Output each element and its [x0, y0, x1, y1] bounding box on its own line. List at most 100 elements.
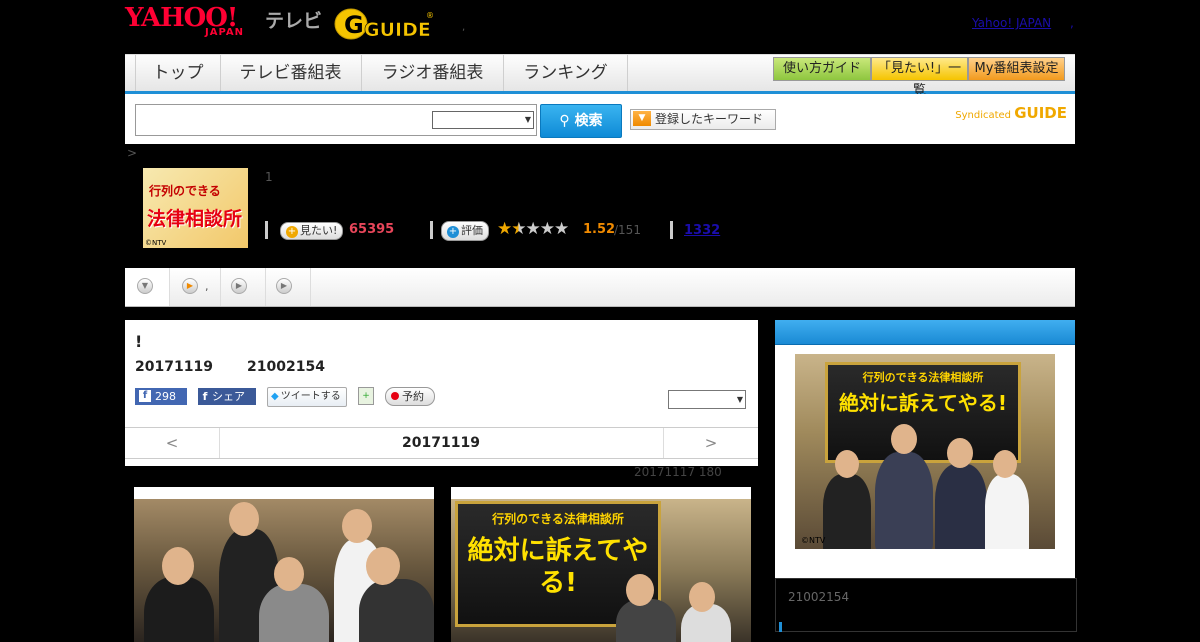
nav-tab-tv-listings[interactable]: テレビ番組表 [220, 55, 362, 91]
saved-keywords-label: 登録したキーワード [655, 112, 764, 126]
person-head [274, 557, 304, 591]
star-icon: ★ [554, 219, 569, 239]
episode-photo-2: 行列のできる法律相談所 絶対に訴えてやる! [451, 487, 751, 642]
tweet-button[interactable]: ◆ ツイートする [267, 387, 347, 407]
chevron-down-icon: ▼ [524, 115, 531, 124]
previous-episode-button[interactable]: < [125, 428, 220, 458]
sidebar-info-box [775, 578, 1077, 632]
subnav-tab-4[interactable]: ▶ [266, 268, 311, 306]
plus-icon: + [286, 226, 298, 238]
episode-nav: < 20171119 > [125, 427, 758, 459]
person [985, 474, 1029, 549]
mitai-button-label: 見たい! [300, 224, 338, 237]
rate-button[interactable]: + 評価 [441, 221, 489, 241]
star-icon: ★ [525, 219, 541, 239]
bookmark-add-icon[interactable]: + [358, 387, 374, 405]
episode-select[interactable]: ▼ [668, 390, 746, 409]
my-listings-settings-button[interactable]: My番組表設定 [968, 57, 1065, 81]
search-button[interactable]: ⚲ 検索 [540, 104, 622, 138]
search-bar: ▼ ⚲ 検索 ▼ 登録したキーワード Syndicated GUIDE [125, 94, 1075, 144]
search-icon: ⚲ [559, 113, 570, 129]
sidebar-panel: 行列のできる法律相談所 絶対に訴えてやる! ©NTV 21002154 [775, 320, 1077, 632]
person [823, 474, 871, 549]
gguide-logo[interactable]: G GUIDE ® [334, 6, 434, 46]
tv-logo-label[interactable]: テレビ [265, 6, 322, 33]
program-count: 1 [265, 170, 273, 184]
person-head [993, 450, 1017, 478]
chevron-down-icon: ▼ [736, 395, 743, 404]
record-icon [391, 392, 399, 400]
divider [430, 221, 433, 239]
sidebar-header [775, 320, 1075, 345]
episode-title: ! [135, 332, 143, 351]
reserve-recording-button[interactable]: 予約 [385, 387, 435, 406]
sidebar-sign-main: 絶対に訴えてやる! [838, 391, 1008, 415]
reserve-label: 予約 [402, 390, 424, 403]
syndicated-brand: GUIDE [1014, 104, 1067, 122]
person-head [229, 502, 259, 536]
saved-keywords-button[interactable]: ▼ 登録したキーワード [630, 109, 776, 130]
person [875, 452, 933, 549]
nav-tab-radio-listings[interactable]: ラジオ番組表 [362, 55, 504, 91]
divider [265, 221, 268, 239]
syndicated-gguide-logo: Syndicated GUIDE [955, 104, 1067, 122]
person-head [891, 424, 917, 454]
facebook-icon: f [202, 390, 208, 403]
person-head [626, 574, 654, 606]
subnav-tab-1[interactable]: ▼ [125, 268, 170, 306]
person [616, 599, 676, 642]
program-thumbnail-text-main: 法律相談所 [147, 208, 243, 230]
star-icon: ★ [497, 219, 512, 239]
show-sign-top: 行列のできる法律相談所 [492, 512, 624, 526]
person [144, 577, 214, 642]
twitter-bird-icon: ◆ [271, 391, 279, 402]
sidebar-photo-copyright: ©NTV [801, 536, 826, 545]
next-episode-button[interactable]: > [663, 428, 758, 458]
svg-text:GUIDE: GUIDE [364, 19, 431, 41]
facebook-like-button[interactable]: f 298 [135, 388, 187, 405]
rating-count: /151 [614, 223, 641, 237]
nav-tab-ranking[interactable]: ランキング [504, 55, 628, 91]
person-head [366, 547, 400, 585]
person [935, 464, 987, 549]
facebook-share-label: シェア [212, 390, 245, 403]
sidebar-accent-bar [779, 622, 782, 632]
plus-icon: + [447, 226, 459, 238]
person [359, 579, 434, 642]
chevron-down-icon: ▼ [137, 278, 153, 294]
episode-nav-date: 20171119 [402, 435, 480, 451]
tweet-label: ツイートする [280, 391, 341, 402]
person-head [162, 547, 194, 585]
facebook-like-count: 298 [155, 390, 176, 403]
star-icon: ★ [539, 219, 555, 239]
nav-tab-top[interactable]: トップ [135, 55, 221, 91]
play-icon: ▶ [276, 278, 292, 294]
search-category-select[interactable]: ▼ [432, 111, 534, 129]
usage-guide-button[interactable]: 使い方ガイド [773, 57, 871, 81]
sidebar-sign-top: 行列のできる法律相談所 [862, 371, 984, 384]
search-button-label: 検索 [574, 113, 603, 129]
subnav-tab-2-label: , [205, 280, 209, 293]
facebook-share-button[interactable]: f シェア [198, 388, 256, 405]
rating-value: 1.52 [583, 222, 616, 237]
mitai-button[interactable]: + 見たい! [280, 222, 344, 240]
header-separator: , [462, 22, 466, 33]
yahoo-japan-link[interactable]: Yahoo! JAPAN [972, 16, 1051, 30]
program-thumbnail-copyright: ©NTV [145, 239, 167, 247]
svg-text:®: ® [426, 11, 434, 20]
person-head [689, 582, 715, 612]
facebook-icon: f [139, 390, 151, 402]
header-link-separator: , [1070, 16, 1074, 30]
episode-date: 20171119 [135, 359, 213, 375]
program-thumbnail: 行列のできる 法律相談所 ©NTV [143, 168, 248, 248]
episode-time: 21002154 [247, 359, 325, 375]
rating-stars: ★★★★★ [497, 219, 569, 239]
subnav-tab-2[interactable]: ▶ , [170, 268, 221, 306]
review-count-link[interactable]: 1332 [684, 223, 720, 238]
arrow-down-icon: ▼ [633, 111, 651, 126]
gguide-logo-icon: G GUIDE ® [334, 8, 434, 41]
mitai-list-button[interactable]: 「見たい!」一覧 [871, 57, 968, 98]
yahoo-logo-sub: JAPAN [205, 27, 244, 38]
subnav-tab-3[interactable]: ▶ [221, 268, 266, 306]
person-head [947, 438, 973, 468]
